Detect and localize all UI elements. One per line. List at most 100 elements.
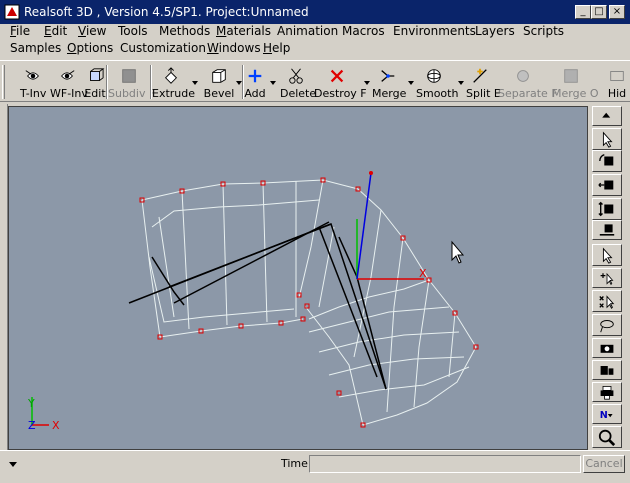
close-button[interactable]: ×	[609, 5, 625, 19]
control-points[interactable]	[139, 177, 479, 428]
mesh-wireframe	[141, 179, 477, 426]
printer-button[interactable]	[592, 382, 622, 402]
magnifier-button[interactable]	[592, 426, 622, 448]
tool-edit[interactable]: Edit	[84, 65, 106, 101]
tool-smooth[interactable]: Smooth	[416, 65, 458, 101]
dropdown-arrow-icon[interactable]	[364, 81, 370, 85]
menu-layers[interactable]: Layers	[475, 24, 515, 38]
tool-t-inv[interactable]: T-Inv	[20, 65, 46, 101]
pan-view-icon	[598, 180, 614, 190]
menu-edit[interactable]: Edit	[44, 24, 67, 38]
split-icon	[473, 68, 487, 83]
toolbar-grip[interactable]	[2, 65, 5, 99]
lasso-button[interactable]	[592, 314, 622, 336]
menu-help[interactable]: Help	[263, 41, 290, 55]
menu-customization[interactable]: Customization	[120, 41, 206, 55]
dropdown-arrow-icon[interactable]	[236, 81, 242, 85]
zoom-view-icon	[598, 201, 614, 217]
tool-add[interactable]: Add	[244, 65, 266, 101]
tool-label: T-Inv	[20, 87, 47, 100]
axis-x-label: X	[52, 419, 60, 432]
select-pointer-button[interactable]	[592, 244, 622, 266]
scroll-up-button[interactable]	[592, 106, 622, 126]
axis-indicator: Z X Y	[27, 397, 60, 432]
tool-merge-o[interactable]: Merge O	[552, 65, 599, 101]
render-icon	[600, 366, 614, 375]
menu-windows[interactable]: Windows	[207, 41, 261, 55]
tool-subdiv-f[interactable]: Subdiv F	[108, 65, 156, 101]
add-select-button[interactable]	[592, 268, 622, 288]
title-bar: Realsoft 3D , Version 4.5/SP1. Project:U…	[0, 0, 630, 24]
menu-materials[interactable]: Materials	[216, 24, 271, 38]
time-field[interactable]	[309, 455, 581, 473]
transform-gizmo[interactable]: X	[356, 171, 427, 280]
magnifier-icon	[598, 429, 616, 446]
tool-label: Subdiv F	[108, 87, 156, 100]
eye-arrow-left-icon	[61, 70, 75, 80]
dropdown-arrow-icon[interactable]	[458, 81, 464, 85]
viewport-left-gutter[interactable]	[0, 104, 8, 450]
dropdown-arrow-icon[interactable]	[270, 81, 276, 85]
tool-delete[interactable]: Delete	[280, 65, 316, 101]
rotate-view-button[interactable]	[592, 150, 622, 172]
minimize-button[interactable]: _	[575, 5, 591, 19]
add-select-icon	[600, 272, 614, 286]
merge-icon	[381, 70, 395, 82]
tool-label: Destroy F	[314, 87, 367, 100]
select-arrow-icon	[602, 131, 613, 148]
scroll-up-icon	[602, 112, 611, 118]
zoom-view-button[interactable]	[592, 198, 622, 220]
tool-wf-inv[interactable]: WF-Inv	[50, 65, 88, 101]
menu-view[interactable]: View	[78, 24, 106, 38]
destroy-icon	[330, 69, 344, 83]
pan-view-button[interactable]	[592, 174, 622, 196]
app-icon	[4, 4, 20, 20]
time-label: Time:	[281, 457, 312, 470]
menu-scripts[interactable]: Scripts	[523, 24, 564, 38]
toolbar-separator	[242, 65, 244, 99]
camera-dolly-button[interactable]	[592, 220, 622, 240]
menu-tools[interactable]: Tools	[118, 24, 148, 38]
tool-label: Merge O	[552, 87, 599, 100]
tool-bevel[interactable]: Bevel	[202, 65, 236, 101]
separate-icon	[517, 70, 529, 82]
menu-methods[interactable]: Methods	[159, 24, 210, 38]
tool-destroy-f[interactable]: Destroy F	[314, 65, 367, 101]
tool-separate-f[interactable]: Separate F	[498, 65, 558, 101]
menu-environments[interactable]: Environments	[393, 24, 476, 38]
menu-samples[interactable]: Samples	[10, 41, 61, 55]
toolbar: T-Inv WF-Inv Edit Subdiv F Extrude Bevel Add De…	[0, 60, 630, 102]
tool-extrude[interactable]: Extrude	[152, 65, 196, 101]
menu-animation[interactable]: Animation	[277, 24, 338, 38]
mesh-canvas[interactable]: X Z X Y	[9, 107, 588, 450]
cancel-button[interactable]: Cancel	[583, 455, 625, 473]
menu-macros[interactable]: Macros	[342, 24, 385, 38]
dropdown-arrow-icon[interactable]	[192, 81, 198, 85]
mouse-cursor-icon	[451, 240, 465, 264]
menu-options[interactable]: Options	[67, 41, 113, 55]
toolbar-separator	[150, 65, 152, 99]
subtract-select-button[interactable]	[592, 290, 622, 312]
tool-hid[interactable]: Hid	[604, 65, 630, 101]
tool-label: Split E	[466, 87, 501, 100]
camera-button[interactable]	[592, 338, 622, 358]
select-arrow-button[interactable]	[592, 128, 622, 150]
tool-label: Merge	[372, 87, 407, 100]
dropdown-arrow-icon[interactable]	[408, 81, 414, 85]
merge-objects-icon	[564, 69, 578, 83]
maximize-button[interactable]: □	[591, 5, 607, 19]
collapse-icon[interactable]	[4, 455, 22, 473]
tool-label: Extrude	[152, 87, 196, 100]
tool-merge[interactable]: Merge	[372, 65, 407, 101]
tool-label: Edit	[84, 87, 106, 100]
render-button[interactable]	[592, 360, 622, 380]
tool-split-e[interactable]: Split E	[466, 65, 501, 101]
nav-button[interactable]: N	[592, 404, 622, 424]
menu-file[interactable]: File	[10, 24, 30, 38]
3d-viewport[interactable]: X Z X Y	[8, 106, 588, 450]
hide-icon	[610, 71, 624, 81]
smooth-sphere-icon	[427, 69, 441, 83]
scissors-icon	[289, 68, 303, 84]
camera-dolly-icon	[599, 224, 615, 236]
gizmo-x-label: X	[419, 267, 427, 280]
